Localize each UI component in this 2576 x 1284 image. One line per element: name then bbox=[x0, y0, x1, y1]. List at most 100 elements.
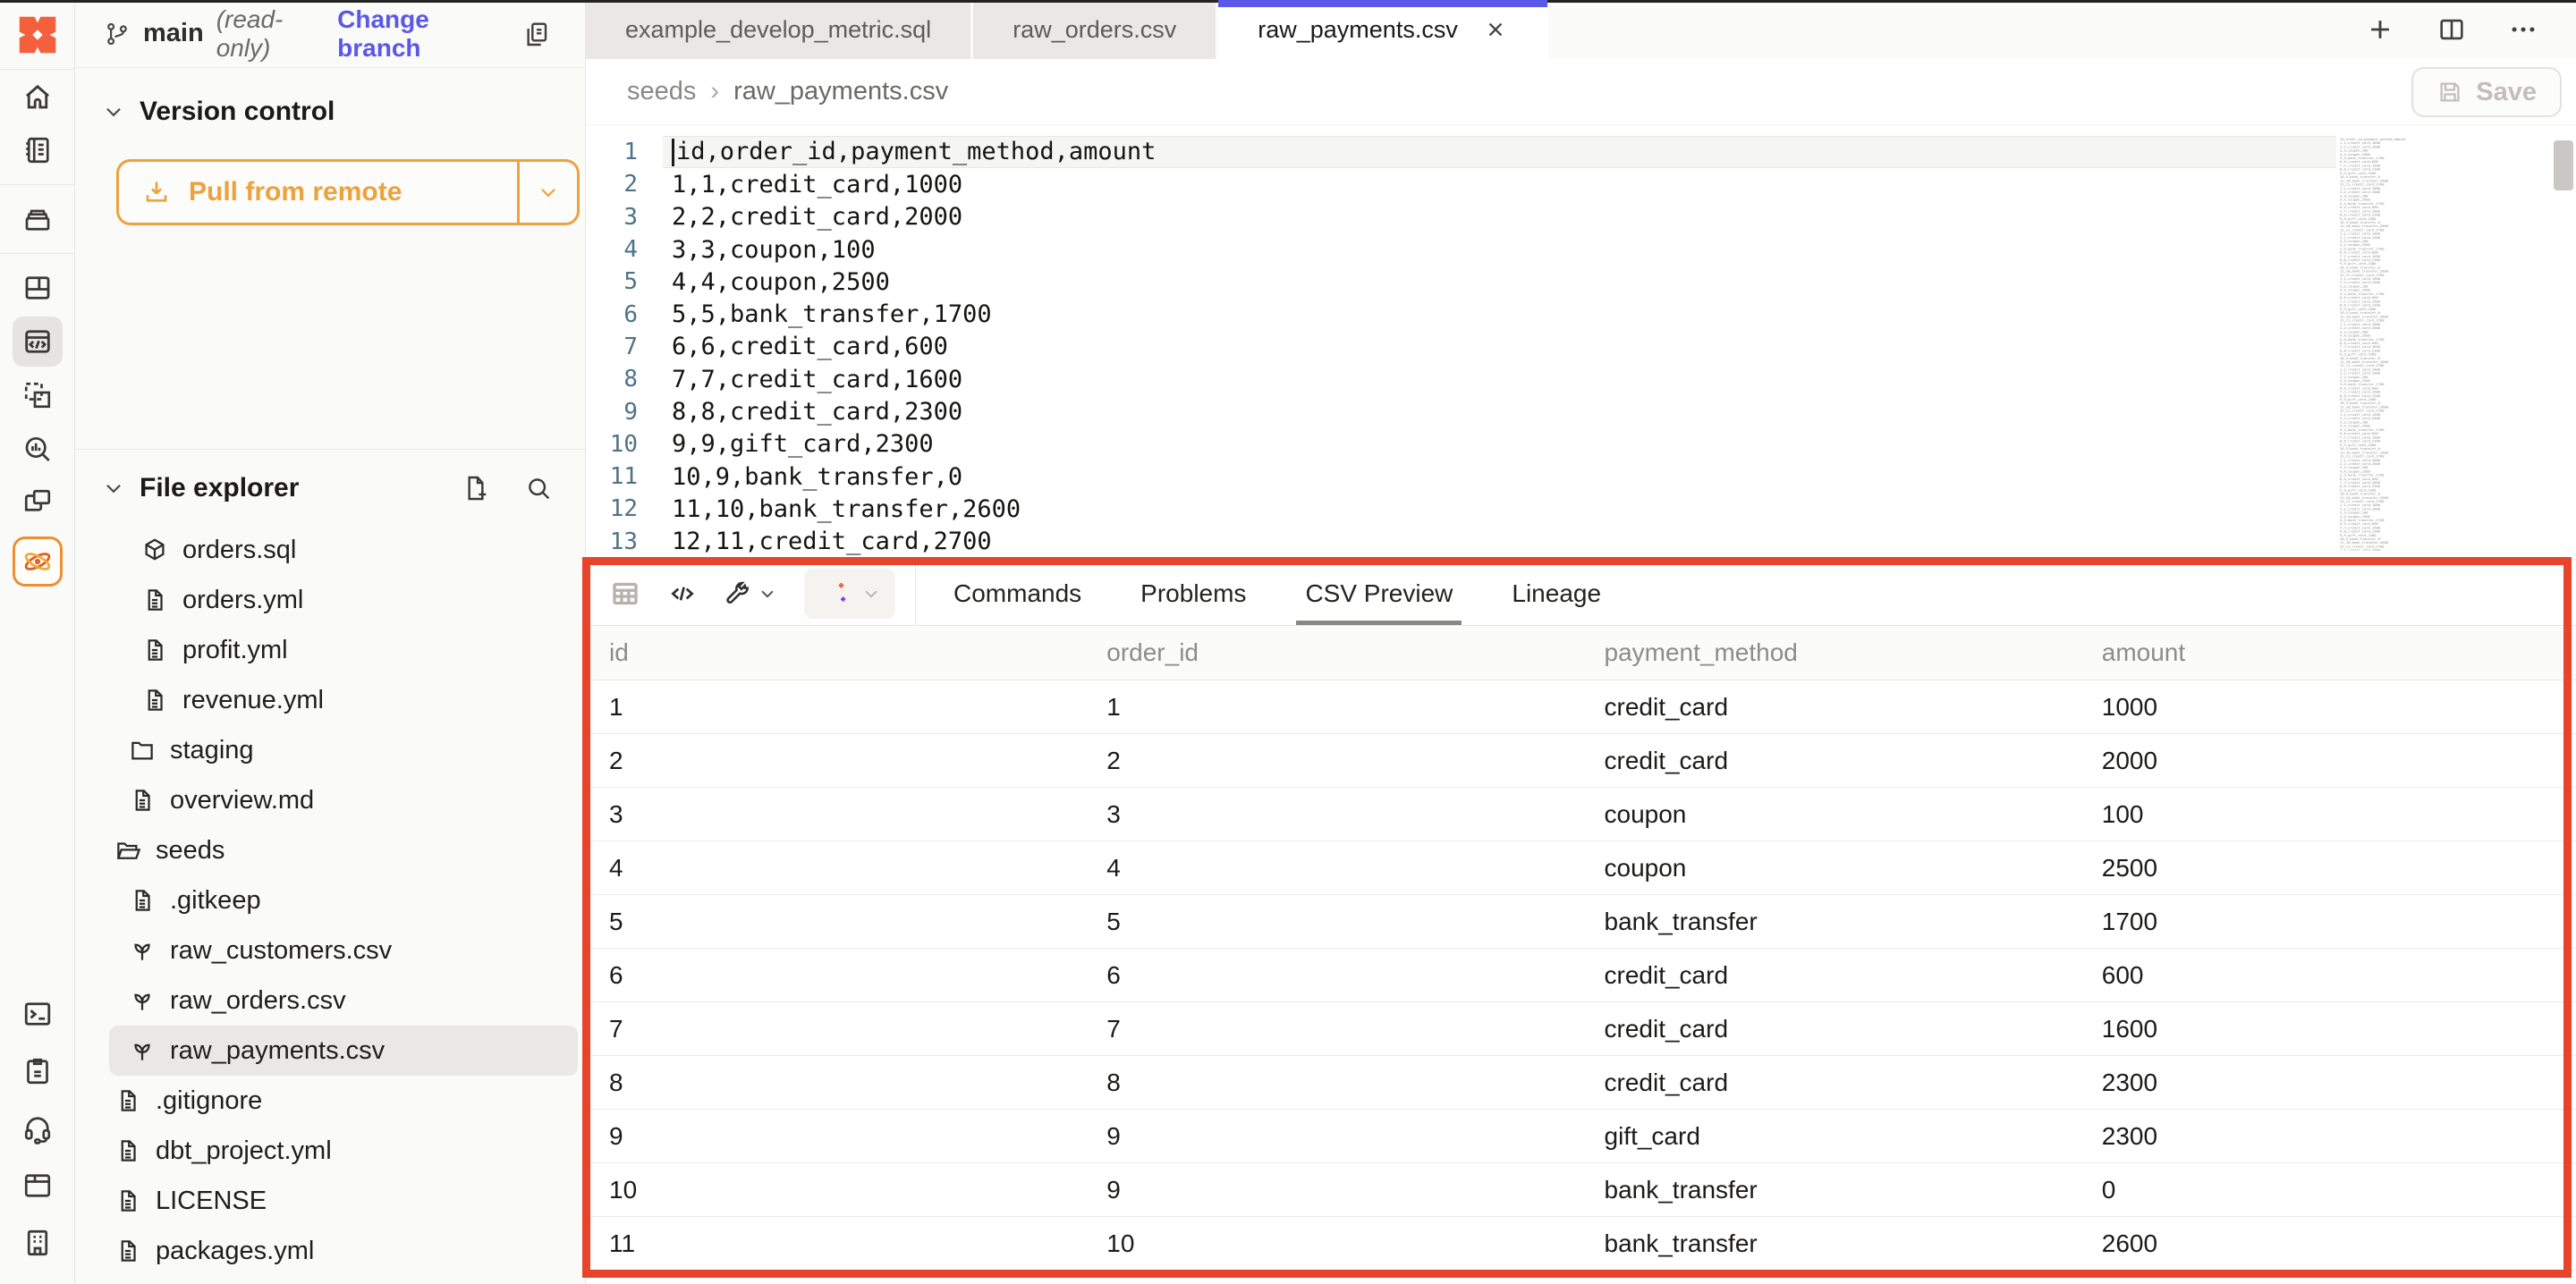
table-cell: bank_transfer bbox=[1581, 1176, 2079, 1204]
file-tree-item[interactable]: .gitkeep bbox=[75, 875, 585, 925]
code-line[interactable]: 87,7,credit_card,1600 bbox=[586, 363, 2576, 395]
panel-tab-lineage[interactable]: Lineage bbox=[1512, 562, 1601, 625]
pull-options-dropdown[interactable] bbox=[517, 162, 577, 223]
folder-open-icon bbox=[114, 837, 141, 864]
code-line[interactable]: 65,5,bank_transfer,1700 bbox=[586, 298, 2576, 330]
minimap[interactable]: id,order_id,payment_method,amount 1,1,cr… bbox=[2340, 138, 2406, 551]
code-editor-icon[interactable] bbox=[13, 317, 63, 367]
change-branch-link[interactable]: Change branch bbox=[337, 5, 501, 63]
code-line[interactable]: 32,2,credit_card,2000 bbox=[586, 201, 2576, 233]
table-row: 88credit_card2300 bbox=[586, 1056, 2576, 1110]
csv-preview-table[interactable]: 11credit_card100022credit_card200033coup… bbox=[586, 680, 2576, 1271]
save-button[interactable]: Save bbox=[2411, 67, 2562, 117]
table-cell: 9 bbox=[586, 1122, 1083, 1151]
code-line[interactable]: 21,1,credit_card,1000 bbox=[586, 168, 2576, 200]
chevron-down-icon[interactable] bbox=[102, 100, 125, 123]
data-explore-icon[interactable] bbox=[13, 422, 63, 476]
code-line[interactable]: 54,4,coupon,2500 bbox=[586, 266, 2576, 298]
close-icon bbox=[1483, 17, 1508, 42]
branch-mode: (read-only) bbox=[216, 5, 325, 63]
code-line[interactable]: 1312,11,credit_card,2700 bbox=[586, 526, 2576, 558]
file-tree-item[interactable]: raw_payments.csv bbox=[109, 1026, 578, 1076]
code-line[interactable]: 1110,9,bank_transfer,0 bbox=[586, 460, 2576, 493]
line-number: 7 bbox=[586, 334, 638, 360]
editor-scrollbar-thumb[interactable] bbox=[2554, 140, 2573, 190]
line-number: 12 bbox=[586, 495, 638, 522]
activity-bar bbox=[0, 0, 75, 1284]
file-tree-item[interactable]: raw_orders.csv bbox=[75, 976, 585, 1026]
code-view-icon[interactable] bbox=[668, 579, 697, 608]
table-cell: 0 bbox=[2079, 1176, 2576, 1204]
windows-share-icon[interactable] bbox=[13, 476, 63, 529]
table-cell: 5 bbox=[1083, 908, 1580, 936]
editor-tab[interactable]: raw_orders.csv bbox=[973, 0, 1216, 59]
selection-icon[interactable] bbox=[13, 368, 63, 422]
build-tools-button[interactable] bbox=[724, 579, 777, 608]
column-header: payment_method bbox=[1581, 638, 2079, 667]
code-line[interactable]: 43,3,coupon,100 bbox=[586, 233, 2576, 266]
notebook-icon[interactable] bbox=[13, 123, 63, 177]
file-name: dbt_project.yml bbox=[156, 1136, 332, 1166]
git-branch-icon bbox=[104, 21, 131, 47]
file-tree-item[interactable]: seeds bbox=[75, 825, 585, 875]
dashboard-icon[interactable] bbox=[13, 261, 63, 315]
line-number: 10 bbox=[586, 431, 638, 458]
new-tab-icon[interactable] bbox=[2365, 14, 2395, 45]
table-cell: 7 bbox=[1083, 1015, 1580, 1043]
archive-icon[interactable] bbox=[13, 192, 63, 246]
panel-tab-csv-preview[interactable]: CSV Preview bbox=[1305, 562, 1453, 625]
organization-icon[interactable] bbox=[13, 1216, 63, 1270]
terminal-icon[interactable] bbox=[13, 987, 63, 1041]
home-icon[interactable] bbox=[13, 70, 63, 123]
table-cell: 4 bbox=[586, 854, 1083, 883]
file-tree-item[interactable]: orders.sql bbox=[75, 525, 585, 575]
table-cell: bank_transfer bbox=[1581, 1229, 2079, 1258]
code-line[interactable]: 1id,order_id,payment_method,amount bbox=[586, 136, 2576, 168]
split-editor-icon[interactable] bbox=[2436, 14, 2467, 45]
breadcrumb-folder[interactable]: seeds bbox=[627, 77, 696, 106]
copy-icon[interactable] bbox=[522, 20, 551, 48]
more-options-icon[interactable] bbox=[2508, 14, 2538, 45]
panel-tab-problems[interactable]: Problems bbox=[1140, 562, 1246, 625]
close-tab-icon[interactable] bbox=[1483, 17, 1508, 42]
file-tree-item[interactable]: orders.yml bbox=[75, 575, 585, 625]
new-file-icon[interactable] bbox=[462, 474, 490, 503]
pull-from-remote-button[interactable]: Pull from remote bbox=[116, 159, 580, 225]
file-tree-item[interactable]: dbt_project.yml bbox=[75, 1126, 585, 1176]
magic-wand-button[interactable] bbox=[804, 569, 895, 619]
editor-tab[interactable]: raw_payments.csv bbox=[1218, 0, 1547, 59]
editor-tab[interactable]: example_develop_metric.sql bbox=[586, 0, 970, 59]
file-tree-item[interactable]: .gitignore bbox=[75, 1076, 585, 1126]
file-tree-item[interactable]: overview.md bbox=[75, 775, 585, 825]
file-icon bbox=[129, 787, 156, 814]
file-tree-item[interactable]: staging bbox=[75, 725, 585, 775]
code-line[interactable]: 109,9,gift_card,2300 bbox=[586, 428, 2576, 460]
table-view-icon[interactable] bbox=[609, 578, 641, 610]
file-tree-item[interactable]: LICENSE bbox=[75, 1176, 585, 1226]
code-line[interactable]: 1211,10,bank_transfer,2600 bbox=[586, 493, 2576, 525]
file-tree-item[interactable]: profit.yml bbox=[75, 625, 585, 675]
table-cell: 1 bbox=[1083, 693, 1580, 722]
code-line[interactable]: 98,8,credit_card,2300 bbox=[586, 395, 2576, 427]
ai-copilot-icon[interactable] bbox=[13, 536, 63, 587]
file-tree-item[interactable]: raw_customers.csv bbox=[75, 925, 585, 976]
table-cell: 9 bbox=[1083, 1122, 1580, 1151]
file-name: staging bbox=[170, 736, 254, 765]
table-row: 44coupon2500 bbox=[586, 841, 2576, 895]
support-headset-icon[interactable] bbox=[13, 1102, 63, 1155]
file-name: raw_orders.csv bbox=[170, 986, 346, 1016]
code-text: 3,3,coupon,100 bbox=[672, 236, 876, 264]
panel-tab-commands[interactable]: Commands bbox=[953, 562, 1081, 625]
code-line[interactable]: 76,6,credit_card,600 bbox=[586, 331, 2576, 363]
code-editor[interactable]: 1id,order_id,payment_method,amount21,1,c… bbox=[586, 125, 2576, 562]
file-tree-item[interactable]: revenue.yml bbox=[75, 675, 585, 725]
browser-icon[interactable] bbox=[13, 1159, 63, 1212]
editor-scrollbar-track[interactable] bbox=[2551, 132, 2576, 553]
table-cell: 4 bbox=[1083, 854, 1580, 883]
divider bbox=[915, 562, 916, 625]
file-name: seeds bbox=[156, 836, 225, 866]
file-tree-item[interactable]: packages.yml bbox=[75, 1226, 585, 1276]
search-icon[interactable] bbox=[524, 474, 553, 503]
chevron-down-icon[interactable] bbox=[102, 477, 125, 500]
clipboard-icon[interactable] bbox=[13, 1044, 63, 1098]
